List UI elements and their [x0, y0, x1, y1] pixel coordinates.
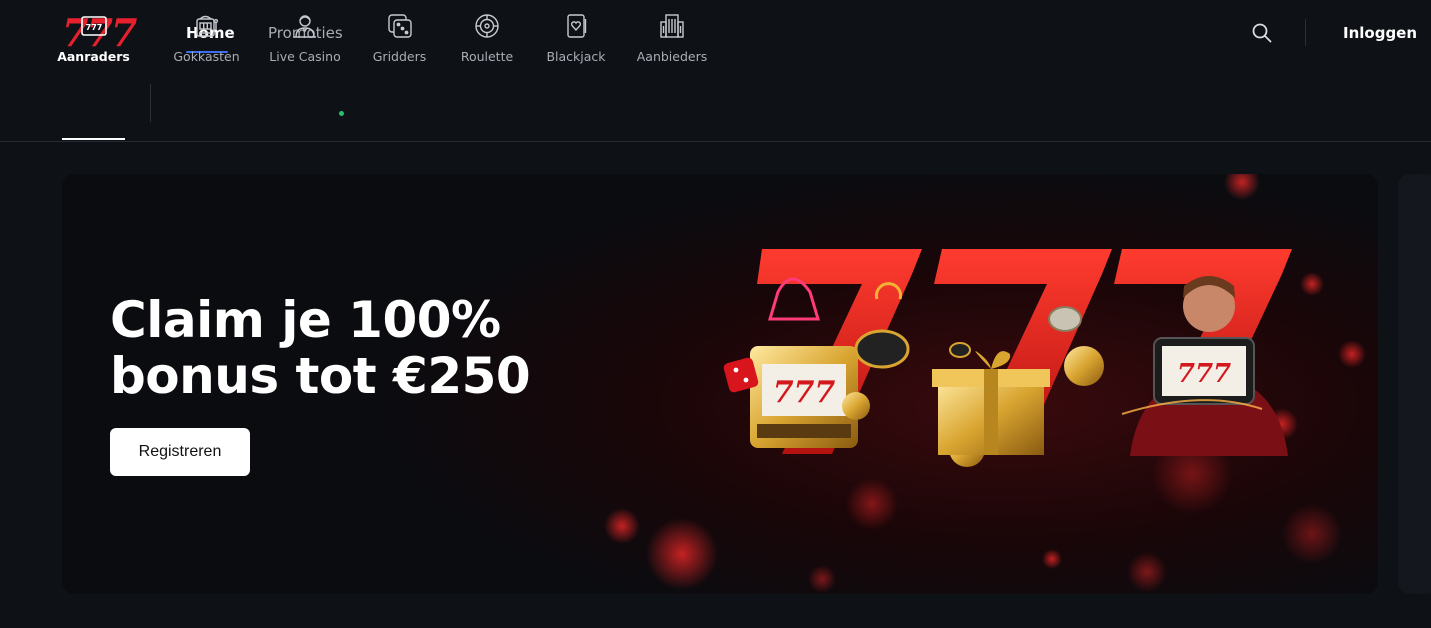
live-status-dot [339, 111, 344, 116]
svg-text:777: 777 [85, 23, 102, 32]
category-label: Live Casino [269, 49, 341, 64]
category-aanbieders[interactable]: Aanbieders [636, 12, 708, 76]
login-button[interactable]: Inloggen [1343, 24, 1417, 42]
category-aanraders[interactable]: 777 Aanraders [57, 12, 130, 76]
headline-line-1: Claim je 100% [110, 291, 501, 349]
category-label: Gokkasten [173, 49, 240, 64]
building-icon [657, 12, 687, 40]
category-label: Blackjack [546, 49, 606, 64]
search-button[interactable] [1249, 20, 1275, 46]
dealer-icon [290, 12, 320, 40]
category-blackjack[interactable]: Blackjack [546, 12, 606, 76]
next-banner-peek[interactable] [1398, 174, 1431, 594]
roulette-icon [472, 12, 502, 40]
category-active-indicator [62, 138, 125, 140]
category-gokkasten[interactable]: Gokkasten [173, 12, 240, 76]
category-label: Aanbieders [636, 49, 708, 64]
playing-card-icon [561, 12, 591, 40]
reel-symbols: 777 [773, 375, 836, 410]
category-gridders[interactable]: Gridders [373, 12, 426, 76]
search-icon [1252, 23, 1272, 43]
category-label: Roulette [460, 49, 514, 64]
banner-headline: Claim je 100% bonus tot €250 [110, 292, 570, 404]
headline-line-2: bonus tot €250 [110, 347, 531, 405]
777-badge-icon: 777 [79, 12, 109, 40]
category-label: Aanraders [57, 49, 130, 64]
slot-machine-icon [192, 12, 222, 40]
register-button[interactable]: Registreren [110, 428, 250, 476]
category-live-casino[interactable]: Live Casino [269, 12, 341, 76]
dice-icon [385, 12, 415, 40]
category-label: Gridders [372, 49, 427, 64]
category-bar [0, 66, 1431, 142]
header-divider [1305, 19, 1306, 46]
category-roulette[interactable]: Roulette [461, 12, 513, 76]
promo-banner[interactable]: 777 777 Claim je 100% bonus tot €250 Reg… [62, 174, 1378, 594]
tablet-reel-symbols: 777 [1177, 359, 1231, 389]
category-divider [150, 84, 151, 122]
